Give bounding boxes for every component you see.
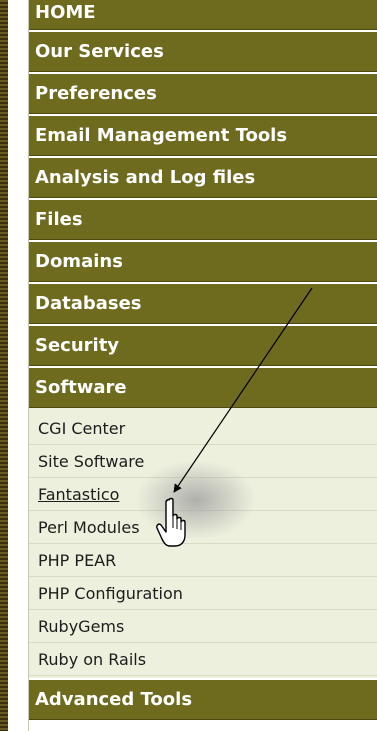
submenu-item-php-configuration[interactable]: PHP Configuration [29, 577, 377, 610]
submenu-item-perl-modules[interactable]: Perl Modules [29, 511, 377, 544]
menu-item-analysis-and-log-files[interactable]: Analysis and Log files [29, 158, 377, 198]
submenu-item-cgi-center[interactable]: CGI Center [29, 412, 377, 445]
menu-item-preferences[interactable]: Preferences [29, 74, 377, 114]
menu-item-software[interactable]: Software [29, 368, 377, 408]
submenu-item-site-software[interactable]: Site Software [29, 445, 377, 478]
menu-item-security[interactable]: Security [29, 326, 377, 366]
submenu-item-label: Ruby on Rails [38, 650, 147, 669]
submenu-item-label: Fantastico [38, 485, 120, 504]
menu-item-our-services[interactable]: Our Services [29, 32, 377, 72]
submenu-item-fantastico[interactable]: Fantastico [29, 478, 377, 511]
submenu-item-label: CGI Center [38, 419, 126, 438]
submenu-item-php-pear[interactable]: PHP PEAR [29, 544, 377, 577]
sidebar-menu: HOME Our Services Preferences Email Mana… [28, 0, 377, 731]
submenu-item-rubygems[interactable]: RubyGems [29, 610, 377, 643]
menu-item-files[interactable]: Files [29, 200, 377, 240]
menu-item-domains[interactable]: Domains [29, 242, 377, 282]
menu-item-advanced-tools[interactable]: Advanced Tools [29, 680, 377, 720]
left-decorative-strip [0, 0, 8, 731]
menu-item-home[interactable]: HOME [29, 0, 377, 30]
submenu-item-label: Perl Modules [38, 518, 140, 537]
left-gap [8, 0, 28, 731]
menu-item-databases[interactable]: Databases [29, 284, 377, 324]
submenu-item-ruby-on-rails[interactable]: Ruby on Rails [29, 643, 377, 676]
submenu-item-label: Site Software [38, 452, 145, 471]
submenu-item-label: PHP Configuration [38, 584, 183, 603]
submenu-item-label: PHP PEAR [38, 551, 117, 570]
submenu-item-label: RubyGems [38, 617, 125, 636]
menu-item-email-management-tools[interactable]: Email Management Tools [29, 116, 377, 156]
software-submenu: CGI Center Site Software Fantastico Perl… [29, 408, 377, 678]
